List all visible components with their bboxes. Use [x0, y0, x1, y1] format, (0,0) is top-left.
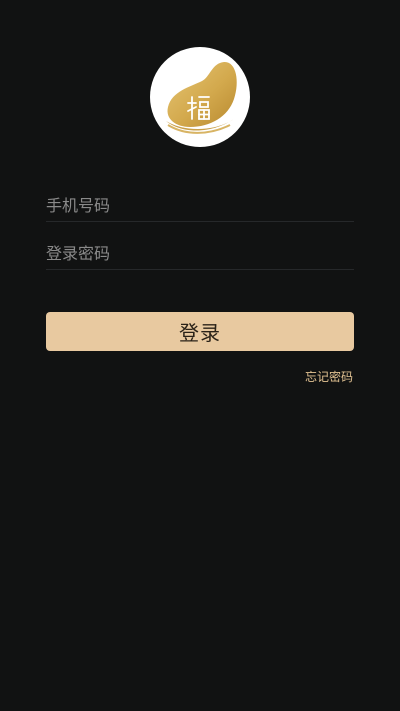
phone-input[interactable] [46, 191, 354, 219]
login-button[interactable]: 登录 [46, 312, 354, 351]
login-screen: 登录 忘记密码 [0, 0, 400, 711]
password-field-wrapper [46, 239, 354, 270]
password-input[interactable] [46, 239, 354, 267]
forgot-password-link[interactable]: 忘记密码 [305, 368, 353, 385]
fu-gold-logo-icon [166, 61, 237, 134]
phone-field-wrapper [46, 191, 354, 222]
app-logo [150, 47, 250, 147]
